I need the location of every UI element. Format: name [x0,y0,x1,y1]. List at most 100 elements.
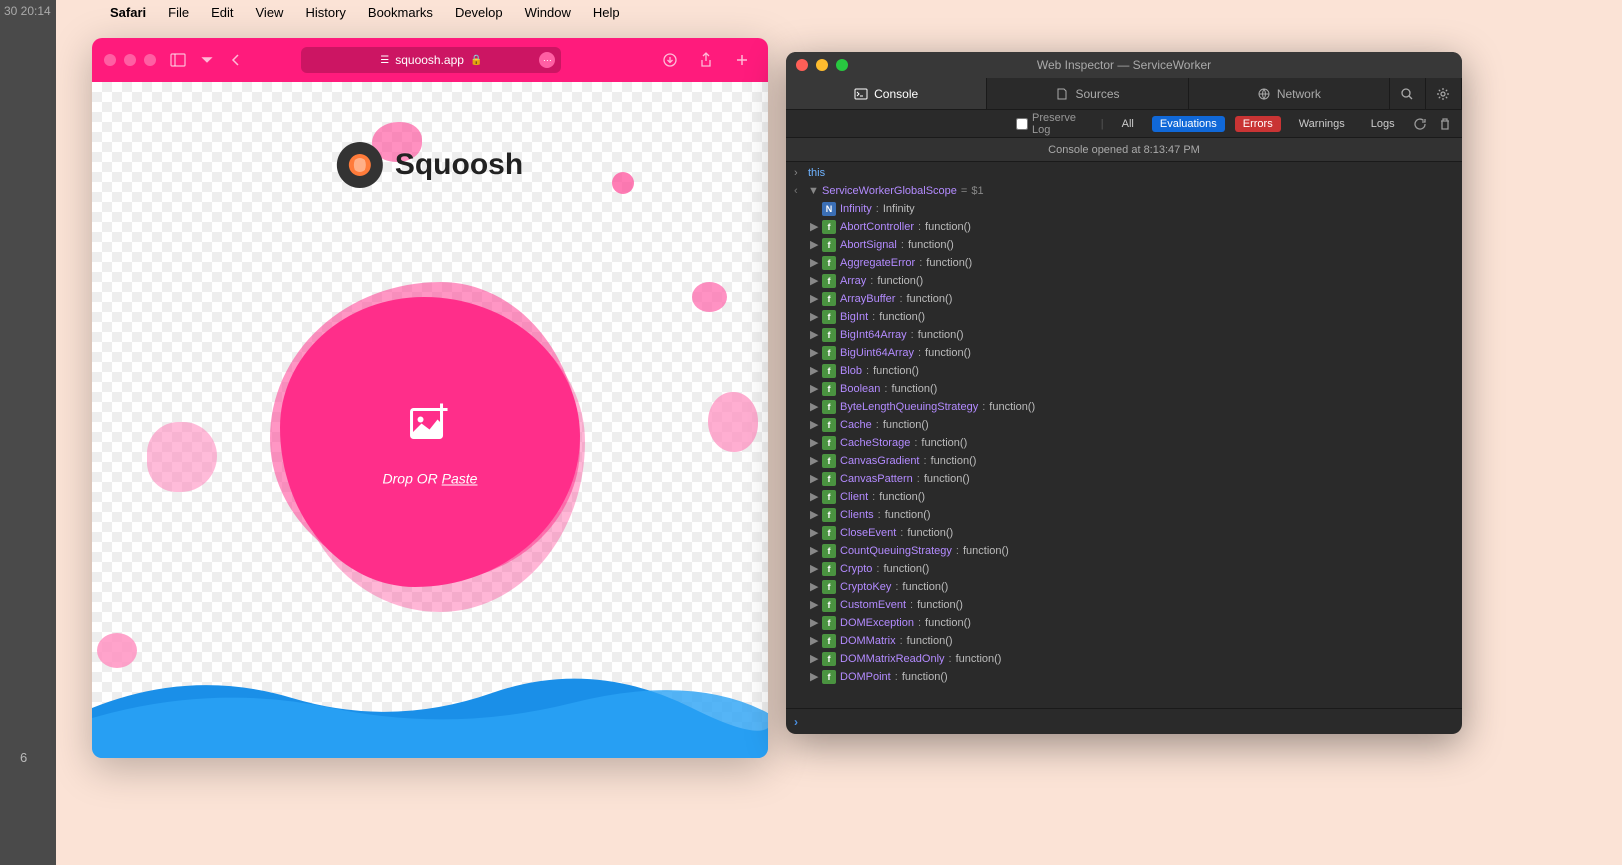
tab-sources[interactable]: Sources [987,78,1188,109]
filter-logs[interactable]: Logs [1363,116,1403,132]
disclosure-triangle-icon[interactable]: ▶ [810,452,818,470]
prop-row[interactable]: ▶ f CacheStorage: function() [786,434,1462,452]
window-zoom-button[interactable] [144,54,156,66]
prop-row[interactable]: ▶ f AggregateError: function() [786,254,1462,272]
new-tab-button[interactable] [728,48,756,72]
settings-button[interactable] [1426,78,1462,109]
prop-row[interactable]: ▶ f CountQueuingStrategy: function() [786,542,1462,560]
disclosure-triangle-icon[interactable]: ▶ [810,254,818,272]
disclosure-triangle-icon[interactable]: ▶ [810,434,818,452]
filter-warnings[interactable]: Warnings [1291,116,1353,132]
tab-console[interactable]: Console [786,78,987,109]
filter-errors[interactable]: Errors [1235,116,1281,132]
prop-row[interactable]: ▶ f CloseEvent: function() [786,524,1462,542]
disclosure-triangle-icon[interactable]: ▶ [810,488,818,506]
prop-row[interactable]: ▶ f AbortController: function() [786,218,1462,236]
disclosure-triangle-icon[interactable]: ▶ [810,416,818,434]
prop-row[interactable]: ▶ f Client: function() [786,488,1462,506]
prop-row[interactable]: ▶ f BigInt64Array: function() [786,326,1462,344]
disclosure-triangle-icon[interactable]: ▶ [810,578,818,596]
disclosure-triangle-icon[interactable]: ▶ [810,524,818,542]
disclosure-triangle-icon[interactable]: ▶ [810,398,818,416]
disclosure-triangle-icon[interactable]: ▶ [810,632,818,650]
window-minimize-button[interactable] [124,54,136,66]
prop-row[interactable]: ▶ f ByteLengthQueuingStrategy: function(… [786,398,1462,416]
console-result-row[interactable]: ‹ ▼ ServiceWorkerGlobalScope = $1 [786,182,1462,200]
disclosure-triangle-icon[interactable]: ▶ [810,668,818,686]
disclosure-triangle-icon[interactable]: ▶ [810,506,818,524]
paste-link[interactable]: Paste [442,471,478,487]
prop-row[interactable]: ▶ f Clients: function() [786,506,1462,524]
menu-help[interactable]: Help [593,5,620,20]
back-button[interactable] [222,48,250,72]
share-button[interactable] [692,48,720,72]
disclosure-triangle-icon[interactable]: ▶ [810,218,818,236]
downloads-button[interactable] [656,48,684,72]
disclosure-triangle-icon[interactable]: ▶ [810,272,818,290]
sidebar-button[interactable] [164,48,192,72]
disclosure-triangle-icon[interactable]: ▶ [810,470,818,488]
safari-window: ☰ squoosh.app 🔒 ⋯ Squoosh [92,38,768,758]
prop-row[interactable]: ▶ f CanvasGradient: function() [786,452,1462,470]
disclosure-triangle-icon[interactable]: ▶ [810,542,818,560]
clear-icon[interactable] [1437,116,1452,132]
site-settings-icon[interactable]: ☰ [380,55,389,66]
url-bar[interactable]: ☰ squoosh.app 🔒 ⋯ [301,47,561,73]
console-opened-text: Console opened at 8:13:47 PM [786,138,1462,162]
window-close-button[interactable] [104,54,116,66]
inspector-minimize-button[interactable] [816,59,828,71]
disclosure-triangle-icon[interactable]: ▶ [810,290,818,308]
inspector-zoom-button[interactable] [836,59,848,71]
prop-row[interactable]: ▶ f Blob: function() [786,362,1462,380]
prop-row[interactable]: ▶ f AbortSignal: function() [786,236,1462,254]
disclosure-triangle-icon[interactable]: ▶ [810,596,818,614]
prop-row-infinity[interactable]: N Infinity: Infinity [786,200,1462,218]
menu-window[interactable]: Window [525,5,571,20]
preserve-log-input[interactable] [1016,118,1028,130]
menubar-app-name[interactable]: Safari [110,5,146,20]
menu-edit[interactable]: Edit [211,5,233,20]
menu-develop[interactable]: Develop [455,5,503,20]
function-badge-icon: f [822,364,836,378]
disclosure-triangle-icon[interactable]: ▶ [810,362,818,380]
disclosure-triangle-icon[interactable]: ▶ [810,344,818,362]
menu-bookmarks[interactable]: Bookmarks [368,5,433,20]
prop-row[interactable]: ▶ f DOMException: function() [786,614,1462,632]
menu-file[interactable]: File [168,5,189,20]
prop-row[interactable]: ▶ f Crypto: function() [786,560,1462,578]
refresh-icon[interactable] [1413,116,1428,132]
prop-row[interactable]: ▶ f DOMMatrixReadOnly: function() [786,650,1462,668]
preserve-log-checkbox[interactable]: Preserve Log [1016,112,1091,136]
disclosure-triangle-icon[interactable]: ▼ [808,182,818,200]
prop-row[interactable]: ▶ f Cache: function() [786,416,1462,434]
sidebar-dropdown-icon[interactable] [200,48,214,72]
disclosure-triangle-icon[interactable]: ▶ [810,650,818,668]
disclosure-triangle-icon[interactable]: ▶ [810,560,818,578]
prop-row[interactable]: ▶ f CryptoKey: function() [786,578,1462,596]
disclosure-triangle-icon[interactable]: ▶ [810,236,818,254]
menu-view[interactable]: View [256,5,284,20]
menu-history[interactable]: History [305,5,345,20]
disclosure-triangle-icon[interactable]: ▶ [810,614,818,632]
console-body[interactable]: › this ‹ ▼ ServiceWorkerGlobalScope = $1… [786,162,1462,708]
reader-badge-icon[interactable]: ⋯ [539,52,555,68]
prop-row[interactable]: ▶ f BigInt: function() [786,308,1462,326]
prop-row[interactable]: ▶ f CustomEvent: function() [786,596,1462,614]
prop-row[interactable]: ▶ f Array: function() [786,272,1462,290]
prop-row[interactable]: ▶ f DOMPoint: function() [786,668,1462,686]
prop-row[interactable]: ▶ f DOMMatrix: function() [786,632,1462,650]
prop-row[interactable]: ▶ f BigUint64Array: function() [786,344,1462,362]
search-button[interactable] [1390,78,1426,109]
prop-row[interactable]: ▶ f Boolean: function() [786,380,1462,398]
disclosure-triangle-icon[interactable]: ▶ [810,380,818,398]
console-prompt[interactable]: › [786,708,1462,734]
inspector-close-button[interactable] [796,59,808,71]
disclosure-triangle-icon[interactable]: ▶ [810,308,818,326]
drop-zone[interactable]: Drop OR Paste [270,282,590,602]
prop-row[interactable]: ▶ f ArrayBuffer: function() [786,290,1462,308]
disclosure-triangle-icon[interactable]: ▶ [810,326,818,344]
prop-row[interactable]: ▶ f CanvasPattern: function() [786,470,1462,488]
tab-network[interactable]: Network [1189,78,1390,109]
filter-all[interactable]: All [1114,116,1142,132]
filter-evaluations[interactable]: Evaluations [1152,116,1225,132]
